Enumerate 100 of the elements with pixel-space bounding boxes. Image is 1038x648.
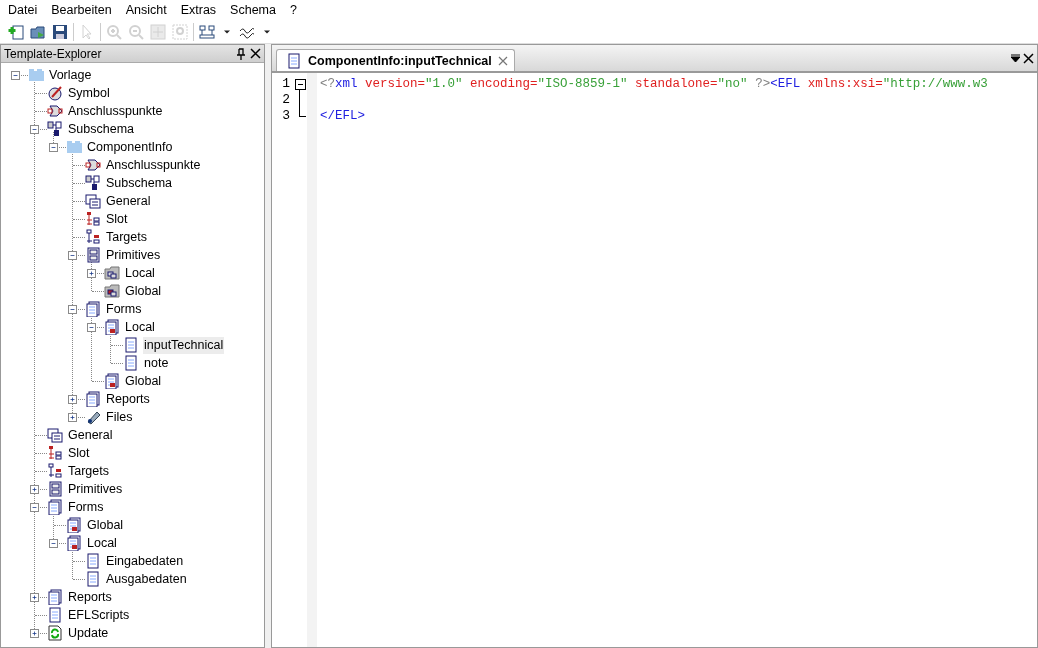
tree-item[interactable]: EFLScripts [67, 606, 131, 624]
code-token: <? [320, 76, 335, 92]
document-tab[interactable]: ComponentInfo:inputTechnical [276, 49, 515, 71]
tree-item[interactable]: Slot [67, 444, 91, 462]
pin-icon[interactable] [236, 47, 246, 60]
code-token: xmlns:xsi= [806, 76, 883, 92]
tree-item[interactable]: Anschlusspunkte [105, 156, 202, 174]
tree-item[interactable]: Ausgabedaten [105, 570, 188, 588]
targets-icon [85, 229, 101, 245]
box-folder-icon [104, 283, 120, 299]
panel-title: Template-Explorer [4, 46, 102, 61]
primitives-icon [85, 247, 101, 263]
tree-item[interactable]: Slot [105, 210, 129, 228]
menu-item[interactable]: Datei [1, 3, 45, 17]
form-icon [85, 571, 101, 587]
code-token: <EFL [770, 76, 801, 92]
code-token: encoding= [469, 76, 538, 92]
code-token: "http://www.w3 [882, 76, 988, 92]
form-icon [47, 607, 63, 623]
code-token: "ISO-8859-1" [537, 76, 628, 92]
dropdown-icon[interactable] [1011, 53, 1020, 63]
line-number: 3 [281, 108, 290, 124]
connector-icon [85, 157, 101, 173]
tree-item[interactable]: Global [124, 372, 163, 390]
close-icon[interactable] [1023, 52, 1034, 64]
tree-item[interactable]: Subschema [105, 174, 173, 192]
connector-icon [47, 103, 63, 119]
expand-icon[interactable] [68, 394, 77, 404]
expand-icon[interactable] [68, 412, 77, 422]
tree-item[interactable]: Targets [105, 228, 148, 246]
menu-item[interactable]: Schema [223, 3, 283, 17]
reports-icon [85, 391, 101, 407]
form-icon [123, 355, 139, 371]
tree-item[interactable]: Files [105, 408, 134, 426]
code-token: "1.0" [425, 76, 463, 92]
subschema-icon [47, 121, 63, 137]
tree-item[interactable]: Reports [105, 390, 151, 408]
form-folder-icon [66, 535, 82, 551]
layout-icon[interactable] [199, 23, 215, 40]
menu-item[interactable]: Bearbeiten [44, 3, 119, 17]
tree-item[interactable]: Anschlusspunkte [67, 102, 164, 120]
open-folder-icon[interactable] [30, 23, 46, 40]
forms-icon [85, 301, 101, 317]
line-number: 2 [281, 92, 290, 108]
general-icon [47, 427, 63, 443]
tree-item[interactable]: Forms [67, 498, 105, 516]
code-token: standalone= [634, 76, 718, 92]
tree-item[interactable]: Primitives [105, 246, 162, 264]
tree-item[interactable]: note [143, 354, 170, 372]
code-token: </EFL> [320, 108, 365, 124]
tree-item[interactable]: Vorlage [48, 66, 93, 84]
form-icon [123, 337, 139, 353]
collapse-icon[interactable] [295, 79, 306, 90]
expand-icon[interactable] [87, 268, 96, 278]
expand-icon[interactable] [30, 592, 39, 602]
code-token: version= [364, 76, 426, 92]
tree-item[interactable]: Global [124, 282, 163, 300]
menu-item[interactable]: Extras [173, 3, 224, 17]
primitives-icon [47, 481, 63, 497]
tree-item[interactable]: Symbol [67, 84, 111, 102]
reports-icon [47, 589, 63, 605]
form-folder-icon [66, 517, 82, 533]
new-file-icon[interactable] [8, 23, 24, 40]
slot-icon [47, 445, 63, 461]
tree-item[interactable]: Eingabedaten [105, 552, 185, 570]
tree-item[interactable]: Reports [67, 588, 113, 606]
tree-item[interactable]: Local [124, 264, 156, 282]
tree-item[interactable]: Primitives [67, 480, 124, 498]
code-token: "no" [717, 76, 748, 92]
form-folder-icon [104, 373, 120, 389]
menu-item[interactable]: Ansicht [118, 3, 174, 17]
tree-item[interactable]: inputTechnical [143, 336, 225, 354]
expand-icon[interactable] [30, 484, 39, 494]
tree-item[interactable]: Forms [105, 300, 143, 318]
menu-item[interactable]: ? [282, 3, 304, 17]
tree-item[interactable]: Local [124, 318, 156, 336]
tree-item[interactable]: Subschema [67, 120, 135, 138]
tree-item[interactable]: ComponentInfo [86, 138, 174, 156]
tree-item[interactable]: Local [86, 534, 118, 552]
general-icon [85, 193, 101, 209]
code-token: ?> [754, 76, 771, 92]
forms-icon [47, 499, 63, 515]
save-icon[interactable] [52, 23, 68, 40]
symbol-icon [47, 85, 63, 101]
form-folder-icon [104, 319, 120, 335]
expand-icon[interactable] [30, 628, 39, 638]
tree-item[interactable]: Update [67, 624, 110, 642]
tree-item[interactable]: Global [86, 516, 125, 534]
update-icon [47, 625, 63, 641]
box-folder-icon [104, 265, 120, 281]
slot-icon [85, 211, 101, 227]
code-token: xml [335, 76, 358, 92]
close-icon[interactable] [250, 48, 261, 59]
form-icon [286, 52, 302, 69]
folder-icon [66, 139, 82, 155]
tree-item[interactable]: General [105, 192, 152, 210]
tree-item[interactable]: General [67, 426, 114, 444]
tree-item[interactable]: Targets [67, 462, 110, 480]
folder-icon [28, 67, 44, 83]
form-icon [85, 553, 101, 569]
